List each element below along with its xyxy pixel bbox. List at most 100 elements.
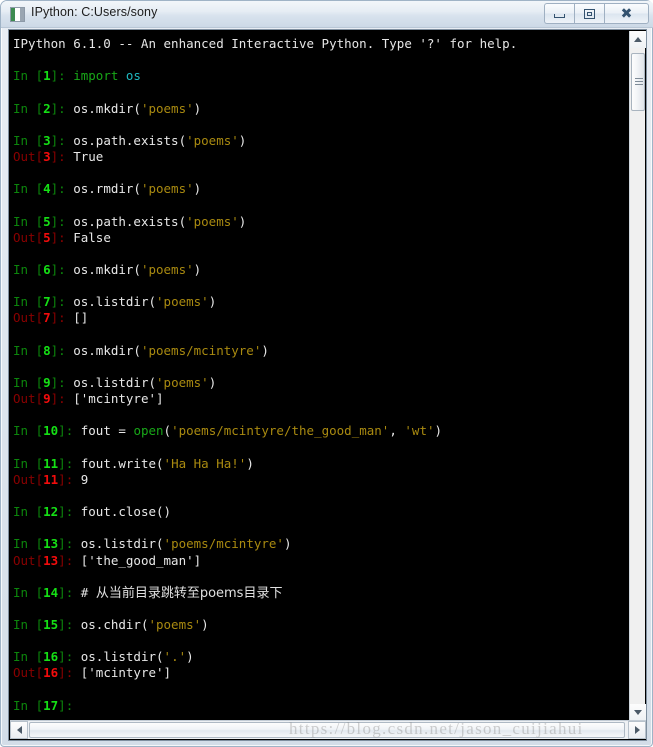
console-code-token: , <box>389 423 405 439</box>
console-code-token: os.listdir( <box>80 649 164 665</box>
prompt-in-bracket: ]: <box>58 455 81 471</box>
prompt-out-label: Out[ <box>13 471 44 487</box>
console-input-line[interactable]: In [3]: os.path.exists('poems') <box>13 133 630 149</box>
prompt-in-bracket: ]: <box>50 181 74 197</box>
vertical-scrollbar-thumb[interactable] <box>631 53 645 111</box>
chevron-left-icon <box>16 726 22 734</box>
console-code-token: ) <box>246 455 254 471</box>
console-output-line: Out[9]: ['mcintyre'] <box>13 391 630 407</box>
prompt-in-number: 6 <box>43 261 51 277</box>
close-icon: ✖ <box>620 5 633 22</box>
console-input-line[interactable]: In [8]: os.mkdir('poems/mcintyre') <box>13 343 630 359</box>
prompt-in-bracket: ]: <box>58 536 81 552</box>
prompt-in-bracket: ]: <box>58 697 74 713</box>
console-output-value: 9 <box>80 471 89 487</box>
horizontal-scrollbar-thumb[interactable] <box>29 722 625 738</box>
prompt-out-number: 9 <box>43 391 51 407</box>
prompt-in-bracket: ]: <box>50 374 74 390</box>
prompt-in-bracket: ]: <box>58 504 81 520</box>
console-input-line[interactable]: In [9]: os.listdir('poems') <box>13 375 630 391</box>
console-code-token: 'poems' <box>186 132 239 148</box>
console-code-token: os <box>125 68 141 84</box>
console-code-token: 'poems' <box>140 181 194 197</box>
console-code-token: ) <box>193 181 202 197</box>
scroll-down-button[interactable] <box>630 704 646 721</box>
console-input-line[interactable]: In [13]: os.listdir('poems/mcintyre') <box>13 536 630 552</box>
console-code-token: 'poems' <box>148 617 202 633</box>
maximize-button[interactable] <box>574 3 604 24</box>
window-titlebar[interactable]: IPython: C:Users/sony ✖ <box>1 1 653 28</box>
console-input-line[interactable]: In [10]: fout = open('poems/mcintyre/the… <box>13 423 630 439</box>
prompt-out-bracket: ]: <box>50 310 74 326</box>
ipython-app-icon <box>10 7 25 22</box>
console-input-line[interactable]: In [7]: os.listdir('poems') <box>13 294 630 310</box>
console-code-token: 'poems/mcintyre' <box>163 536 284 552</box>
console-banner: IPython 6.1.0 -- An enhanced Interactive… <box>13 36 518 51</box>
prompt-in-label: In [ <box>13 213 44 229</box>
console-code-token: os.mkdir( <box>73 100 141 116</box>
console-input-line[interactable]: In [1]: import os <box>13 68 630 84</box>
console-code-token: 'poems' <box>140 100 194 116</box>
prompt-in-bracket: ]: <box>50 132 74 148</box>
console-input-line[interactable]: In [5]: os.path.exists('poems') <box>13 214 630 230</box>
prompt-in-label: In [ <box>13 584 44 600</box>
vertical-scrollbar[interactable] <box>629 31 646 721</box>
scroll-up-button[interactable] <box>630 31 646 48</box>
prompt-in-number: 13 <box>43 536 59 552</box>
console-code-token: os.chdir( <box>80 617 149 633</box>
console-output-line: Out[11]: 9 <box>13 472 630 488</box>
horizontal-scrollbar[interactable] <box>10 720 646 739</box>
prompt-in-label: In [ <box>13 374 44 390</box>
console-input-line[interactable]: In [12]: fout.close() <box>13 504 630 520</box>
minimize-icon <box>554 13 565 18</box>
scroll-left-button[interactable] <box>10 721 28 739</box>
console-output-line: Out[5]: False <box>13 230 630 246</box>
prompt-in-label: In [ <box>13 649 44 665</box>
ipython-console-window: IPython: C:Users/sony ✖ IPython 6.1.0 --… <box>0 0 653 747</box>
console-input-line[interactable]: In [17]: <box>13 698 630 714</box>
prompt-out-bracket: ]: <box>50 391 74 407</box>
prompt-in-bracket: ]: <box>58 649 81 665</box>
prompt-in-number: 5 <box>43 213 51 229</box>
console-output-value: [] <box>73 310 89 326</box>
console-input-line[interactable]: In [14]: # 从当前目录跳转至poems目录下 <box>13 585 630 601</box>
prompt-in-number: 2 <box>43 100 51 116</box>
prompt-out-number: 16 <box>43 665 59 681</box>
vertical-scrollbar-track[interactable] <box>630 48 645 721</box>
resize-grip[interactable] <box>632 726 644 738</box>
prompt-in-number: 3 <box>43 132 51 148</box>
console-input-line[interactable]: In [11]: fout.write('Ha Ha Ha!') <box>13 456 630 472</box>
console-code-token: ) <box>238 213 247 229</box>
minimize-button[interactable] <box>544 3 574 24</box>
console-output-area[interactable]: IPython 6.1.0 -- An enhanced Interactive… <box>10 31 630 721</box>
prompt-in-label: In [ <box>13 294 44 310</box>
console-input-line[interactable]: In [15]: os.chdir('poems') <box>13 617 630 633</box>
prompt-in-label: In [ <box>13 181 44 197</box>
console-input-line[interactable]: In [6]: os.mkdir('poems') <box>13 262 630 278</box>
prompt-in-label: In [ <box>13 536 44 552</box>
console-code-token: ) <box>208 294 217 310</box>
console-code-token: os.mkdir( <box>73 261 141 277</box>
console-code-token: open <box>133 423 164 439</box>
close-button[interactable]: ✖ <box>604 3 649 24</box>
prompt-in-number: 8 <box>43 342 51 358</box>
window-title: IPython: C:Users/sony <box>31 5 158 19</box>
console-input-line[interactable]: In [2]: os.mkdir('poems') <box>13 101 630 117</box>
console-code-token: import <box>73 68 119 84</box>
console-input-line[interactable]: In [4]: os.rmdir('poems') <box>13 181 630 197</box>
console-code-token: ) <box>201 617 209 633</box>
chevron-down-icon <box>634 710 642 715</box>
console-input-line[interactable]: In [16]: os.listdir('.') <box>13 649 630 665</box>
prompt-in-number: 4 <box>43 181 51 197</box>
console-frame: IPython 6.1.0 -- An enhanced Interactive… <box>8 29 647 741</box>
console-output-line: Out[16]: ['mcintyre'] <box>13 665 630 681</box>
prompt-in-bracket: ]: <box>58 423 81 439</box>
prompt-in-number: 15 <box>43 617 59 633</box>
console-code-token: ) <box>208 374 217 390</box>
